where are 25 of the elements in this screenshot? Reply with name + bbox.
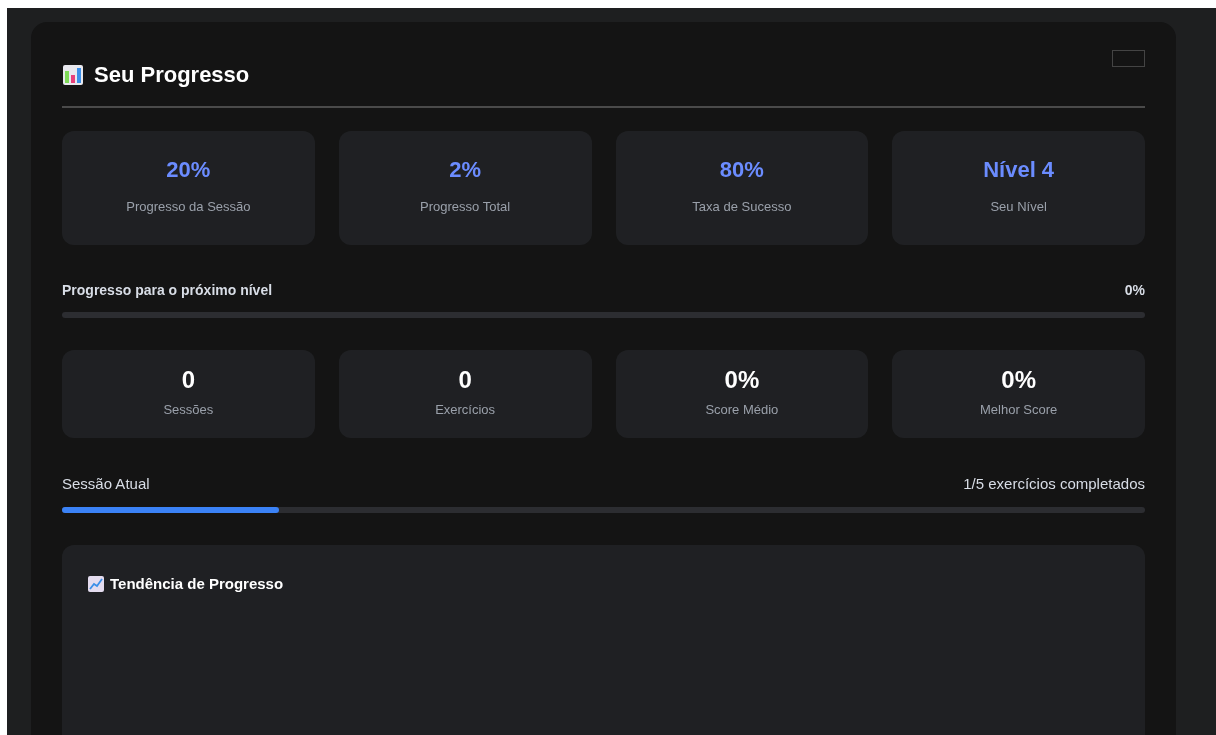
stat-value: 20% xyxy=(166,159,211,182)
stat-label: Score Médio xyxy=(705,401,779,420)
empty-button[interactable] xyxy=(1112,50,1145,67)
panel-title: Seu Progresso xyxy=(94,61,250,89)
stat-value: 0 xyxy=(181,368,196,393)
stat-label: Sessões xyxy=(163,401,214,420)
progress-reading: 0% xyxy=(1124,281,1145,300)
stat-label: Taxa de Sucesso xyxy=(692,198,792,217)
stat-label: Progresso Total xyxy=(420,198,511,217)
stat-value: 0% xyxy=(1001,368,1036,393)
stat-label: Seu Nível xyxy=(990,198,1047,217)
session-reading: 1/5 exercícios completados xyxy=(963,474,1145,494)
stat-value: 0 xyxy=(458,368,472,393)
stat-value: 2% xyxy=(449,159,481,182)
stat-label: Progresso da Sessão xyxy=(126,198,251,217)
trend-title: Tendência de Progresso xyxy=(110,573,284,594)
trending-chart-icon xyxy=(88,575,104,592)
stat-value: 80% xyxy=(719,159,764,182)
stat-label: Melhor Score xyxy=(979,401,1058,420)
stat-value: Nível 4 xyxy=(983,159,1055,182)
bar-chart-icon xyxy=(62,63,84,86)
stat-label: Exercícios xyxy=(435,401,496,420)
session-label: Sessão Atual xyxy=(62,474,150,494)
stat-value: 0% xyxy=(724,368,760,393)
progress-label: Progresso para o próximo nível xyxy=(62,281,273,300)
